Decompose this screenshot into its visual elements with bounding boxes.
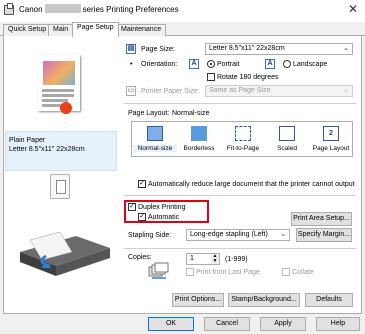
paper-info-box: Plain Paper Letter 8.5"x11" 22x28cm: [5, 131, 117, 171]
apply-button[interactable]: Apply: [260, 317, 306, 331]
normal-size-icon: [147, 126, 163, 141]
layout-caption: Page Layout: [312, 145, 350, 152]
title-suffix: series Printing Preferences: [82, 5, 179, 14]
portrait-radio[interactable]: [207, 60, 215, 68]
cancel-button[interactable]: Cancel: [204, 317, 250, 331]
paper-size: Letter 8.5"x11" 22x28cm: [9, 146, 85, 153]
copies-icon: [148, 262, 169, 279]
rotate-180-checkbox[interactable]: [207, 73, 215, 81]
layout-option-fit-to-page[interactable]: Fit-to-Page: [221, 124, 265, 156]
duplex-flip-icon: [60, 102, 72, 114]
collate-checkbox[interactable]: [282, 268, 290, 276]
printer-paper-size-select[interactable]: Same as Page Size ⌄: [205, 85, 353, 97]
fit-to-page-icon: [235, 126, 251, 141]
page-size-value: Letter 8.5"x11" 22x28cm: [209, 45, 285, 52]
divider: [124, 248, 356, 249]
window-title: Canon series Printing Preferences: [19, 4, 179, 14]
printer-app-icon: [4, 3, 14, 15]
printer-paper-size-value: Same as Page Size: [209, 87, 271, 94]
help-button[interactable]: Help: [316, 317, 360, 331]
printer-paper-size-label: Printer Paper Size:: [141, 88, 200, 95]
page-size-select[interactable]: Letter 8.5"x11" 22x28cm ⌄: [205, 43, 353, 55]
copies-label: Copies:: [128, 254, 152, 261]
layout-caption: Borderless: [183, 145, 215, 152]
portrait-label[interactable]: Portrait: [217, 61, 240, 68]
divider: [124, 195, 356, 196]
preview-image: [43, 61, 75, 85]
auto-reduce-checkbox[interactable]: ✓: [138, 180, 146, 188]
print-from-last-label[interactable]: Print from Last Page: [196, 269, 260, 276]
printer-illustration: [20, 231, 110, 276]
defaults-button[interactable]: Defaults: [305, 293, 353, 307]
collate-label[interactable]: Collate: [292, 269, 314, 276]
paper-type: Plain Paper: [9, 137, 46, 144]
duplex-automatic-checkbox[interactable]: ✓: [138, 213, 146, 221]
duplex-automatic-label[interactable]: Automatic: [148, 214, 179, 221]
borderless-icon: [191, 126, 207, 141]
duplex-printing-label[interactable]: Duplex Printing: [138, 204, 185, 211]
page-preview: [38, 55, 80, 111]
page-layout-icon: 2: [323, 126, 339, 141]
page-size-label: Page Size:: [141, 46, 175, 53]
redacted-model-name: [44, 4, 81, 13]
auto-reduce-label[interactable]: Automatically reduce large document that…: [148, 181, 355, 188]
copies-stepper[interactable]: 1 ▲ ▼: [186, 253, 220, 265]
layout-option-page-layout[interactable]: 2 Page Layout: [309, 124, 353, 156]
chevron-down-icon: ⌄: [343, 87, 349, 94]
chevron-down-icon: ⌄: [280, 231, 286, 238]
layout-caption: Normal-size: [133, 145, 177, 152]
print-options-button[interactable]: Print Options...: [172, 293, 224, 307]
print-area-setup-button[interactable]: Print Area Setup...: [291, 212, 352, 226]
page-layout-label: Page Layout:: [128, 110, 170, 117]
layout-option-normal-size[interactable]: Normal-size: [133, 124, 177, 156]
copies-value: 1: [190, 255, 194, 262]
ok-button[interactable]: OK: [148, 317, 194, 331]
portrait-icon: A: [189, 59, 199, 69]
landscape-icon: A: [265, 59, 275, 69]
specify-margin-button[interactable]: Specify Margin...: [296, 228, 352, 242]
tab-maintenance[interactable]: Maintenance: [116, 24, 167, 36]
page-layout-current: Normal-size: [172, 110, 210, 117]
bullet-icon: •: [130, 61, 133, 68]
layout-caption: Scaled: [277, 145, 297, 152]
title-prefix: Canon: [19, 5, 43, 14]
print-from-last-checkbox[interactable]: [186, 268, 194, 276]
stepper-down-icon[interactable]: ▼: [211, 259, 219, 264]
tab-main[interactable]: Main: [48, 24, 74, 36]
stapling-side-value: Long-edge stapling (Left): [190, 231, 268, 238]
landscape-radio[interactable]: [283, 60, 291, 68]
printer-paper-icon: ▭: [126, 86, 136, 96]
close-icon[interactable]: ✕: [346, 2, 360, 16]
chevron-down-icon: ⌄: [343, 45, 349, 52]
copies-range: (1-999): [225, 256, 248, 263]
tab-page-setup[interactable]: Page Setup: [72, 22, 119, 37]
layout-caption: Fit-to-Page: [226, 145, 260, 152]
scaled-icon: [279, 126, 295, 141]
landscape-label[interactable]: Landscape: [293, 61, 327, 68]
layout-option-scaled[interactable]: Scaled: [265, 124, 309, 156]
page-layout-list: Normal-size Borderless Fit-to-Page Scale…: [131, 121, 353, 157]
divider: [124, 103, 356, 104]
rotate-180-label[interactable]: Rotate 180 degrees: [217, 74, 279, 81]
document-icon[interactable]: [50, 174, 70, 199]
duplex-printing-checkbox[interactable]: ✓: [128, 203, 136, 211]
tab-quick-setup[interactable]: Quick Setup: [3, 24, 52, 36]
layout-option-borderless[interactable]: Borderless: [177, 124, 221, 156]
stapling-side-select[interactable]: Long-edge stapling (Left) ⌄: [186, 229, 290, 241]
orientation-label: Orientation:: [141, 61, 178, 68]
stamp-background-button[interactable]: Stamp/Background...: [228, 293, 300, 307]
stapling-side-label: Stapling Side:: [128, 232, 172, 239]
page-size-icon: ▤: [126, 44, 136, 54]
